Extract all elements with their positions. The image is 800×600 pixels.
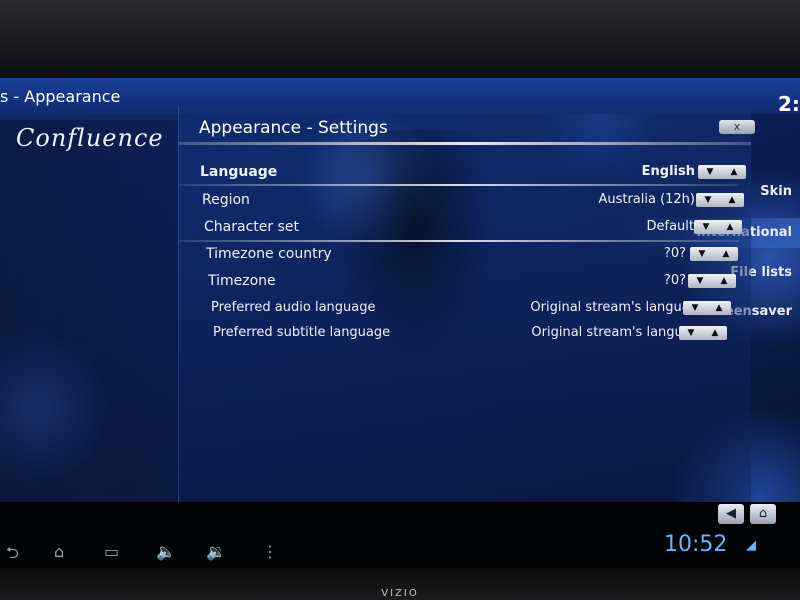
- arrow-up-icon[interactable]: ▲: [718, 220, 742, 234]
- row-highlight-line: [179, 184, 739, 186]
- top-clock: 2:5: [778, 92, 800, 116]
- setting-value: Default: [646, 219, 695, 234]
- value-spinner[interactable]: ▼ ▲: [679, 326, 727, 340]
- setting-timezone[interactable]: Timezone ?0? ▼ ▲: [208, 269, 758, 295]
- arrow-down-icon[interactable]: ▼: [683, 301, 707, 315]
- value-spinner[interactable]: ▼ ▲: [696, 193, 744, 207]
- volume-down-icon[interactable]: 🔈: [156, 542, 176, 561]
- tv-brand-logo: VIZIO: [381, 588, 419, 599]
- arrow-down-icon[interactable]: ▼: [696, 193, 720, 207]
- header-divider: [179, 142, 751, 145]
- setting-character-set[interactable]: Character set Default ▼ ▲: [204, 215, 754, 241]
- value-spinner[interactable]: ▼ ▲: [688, 274, 736, 288]
- status-clock: 10:52: [664, 532, 728, 557]
- home-icon[interactable]: ⌂: [54, 542, 64, 561]
- confluence-logo: Confluence: [16, 124, 164, 152]
- arrow-up-icon[interactable]: ▲: [712, 274, 736, 288]
- setting-timezone-country[interactable]: Timezone country ?0? ▼ ▲: [206, 242, 756, 268]
- arrow-up-icon[interactable]: ▲: [714, 247, 738, 261]
- wifi-icon: ◢: [746, 538, 756, 553]
- volume-up-icon[interactable]: 🔉: [206, 542, 226, 561]
- home-button[interactable]: ⌂: [750, 504, 776, 524]
- screen: s - Appearance 2:5 Confluence Skin Inter…: [0, 78, 800, 568]
- value-spinner[interactable]: ▼ ▲: [698, 165, 746, 179]
- settings-panel: Appearance - Settings x Language English…: [178, 106, 755, 504]
- setting-value: Australia (12h): [598, 192, 695, 207]
- android-system-bar: ◀ ⌂ ⮌ ⌂ ▭ 🔈 🔉 ⋮ 10:52 ◢: [0, 502, 800, 568]
- close-button[interactable]: x: [719, 120, 755, 134]
- setting-value: Original stream's language: [530, 300, 706, 315]
- arrow-up-icon[interactable]: ▲: [720, 193, 744, 207]
- sidebar-item-label: Skin: [760, 184, 792, 199]
- setting-value: English: [641, 164, 695, 179]
- setting-label: Preferred audio language: [211, 300, 376, 315]
- setting-label: Language: [200, 164, 278, 180]
- setting-preferred-subtitle-language[interactable]: Preferred subtitle language Original str…: [213, 321, 763, 347]
- sidebar: [0, 120, 178, 500]
- setting-label: Timezone: [208, 273, 276, 289]
- setting-region[interactable]: Region Australia (12h) ▼ ▲: [202, 188, 752, 214]
- arrow-down-icon[interactable]: ▼: [694, 220, 718, 234]
- value-spinner[interactable]: ▼ ▲: [683, 301, 731, 315]
- window-title: s - Appearance: [0, 87, 121, 106]
- arrow-up-icon[interactable]: ▲: [707, 301, 731, 315]
- value-spinner[interactable]: ▼ ▲: [694, 220, 742, 234]
- setting-label: Preferred subtitle language: [213, 325, 391, 340]
- setting-label: Character set: [204, 219, 299, 235]
- setting-language[interactable]: Language English ▼ ▲: [200, 160, 750, 186]
- value-spinner[interactable]: ▼ ▲: [690, 247, 738, 261]
- arrow-up-icon[interactable]: ▲: [722, 165, 746, 179]
- arrow-down-icon[interactable]: ▼: [679, 326, 703, 340]
- arrow-up-icon[interactable]: ▲: [703, 326, 727, 340]
- setting-preferred-audio-language[interactable]: Preferred audio language Original stream…: [211, 296, 761, 322]
- setting-label: Region: [202, 192, 250, 208]
- arrow-down-icon[interactable]: ▼: [688, 274, 712, 288]
- back-icon[interactable]: ⮌: [6, 542, 19, 568]
- setting-label: Timezone country: [206, 246, 332, 262]
- menu-icon[interactable]: ⋮: [262, 542, 278, 561]
- back-button[interactable]: ◀: [718, 504, 744, 524]
- tv-bezel-top: [0, 0, 800, 78]
- arrow-down-icon[interactable]: ▼: [698, 165, 722, 179]
- recent-apps-icon[interactable]: ▭: [104, 542, 119, 561]
- arrow-down-icon[interactable]: ▼: [690, 247, 714, 261]
- setting-value: ?0?: [663, 246, 686, 261]
- panel-title: Appearance - Settings: [199, 118, 388, 138]
- setting-value: ?0?: [663, 273, 686, 288]
